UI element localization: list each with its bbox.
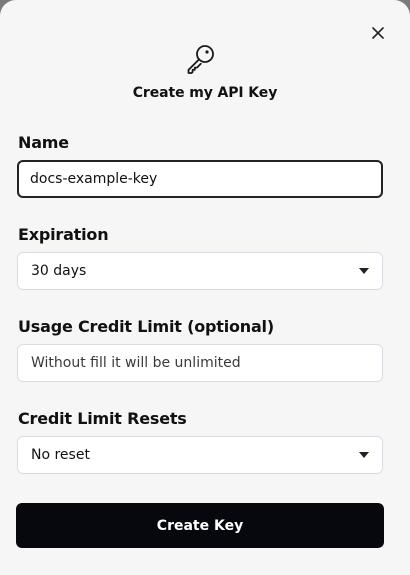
usage-credit-limit-input[interactable]: Without fill it will be unlimited (17, 344, 383, 382)
usage-credit-limit-placeholder: Without fill it will be unlimited (31, 355, 241, 371)
usage-credit-limit-label: Usage Credit Limit (optional) (18, 317, 274, 336)
credit-limit-resets-select[interactable]: No reset (17, 436, 383, 474)
chevron-down-icon (359, 268, 369, 274)
create-api-key-modal: Create my API Key Name docs-example-key … (0, 0, 410, 575)
key-icon (187, 45, 214, 74)
modal-title: Create my API Key (132, 85, 278, 101)
expiration-label: Expiration (18, 225, 109, 244)
create-key-button[interactable]: Create Key (16, 503, 384, 548)
name-input[interactable]: docs-example-key (17, 160, 383, 198)
close-button[interactable] (368, 23, 388, 43)
credit-limit-resets-selected-value: No reset (31, 447, 90, 463)
close-icon (372, 27, 384, 39)
credit-limit-resets-label: Credit Limit Resets (18, 409, 187, 428)
expiration-selected-value: 30 days (31, 263, 87, 279)
name-label: Name (18, 133, 69, 152)
name-input-value: docs-example-key (30, 171, 158, 187)
chevron-down-icon (359, 452, 369, 458)
expiration-select[interactable]: 30 days (17, 252, 383, 290)
